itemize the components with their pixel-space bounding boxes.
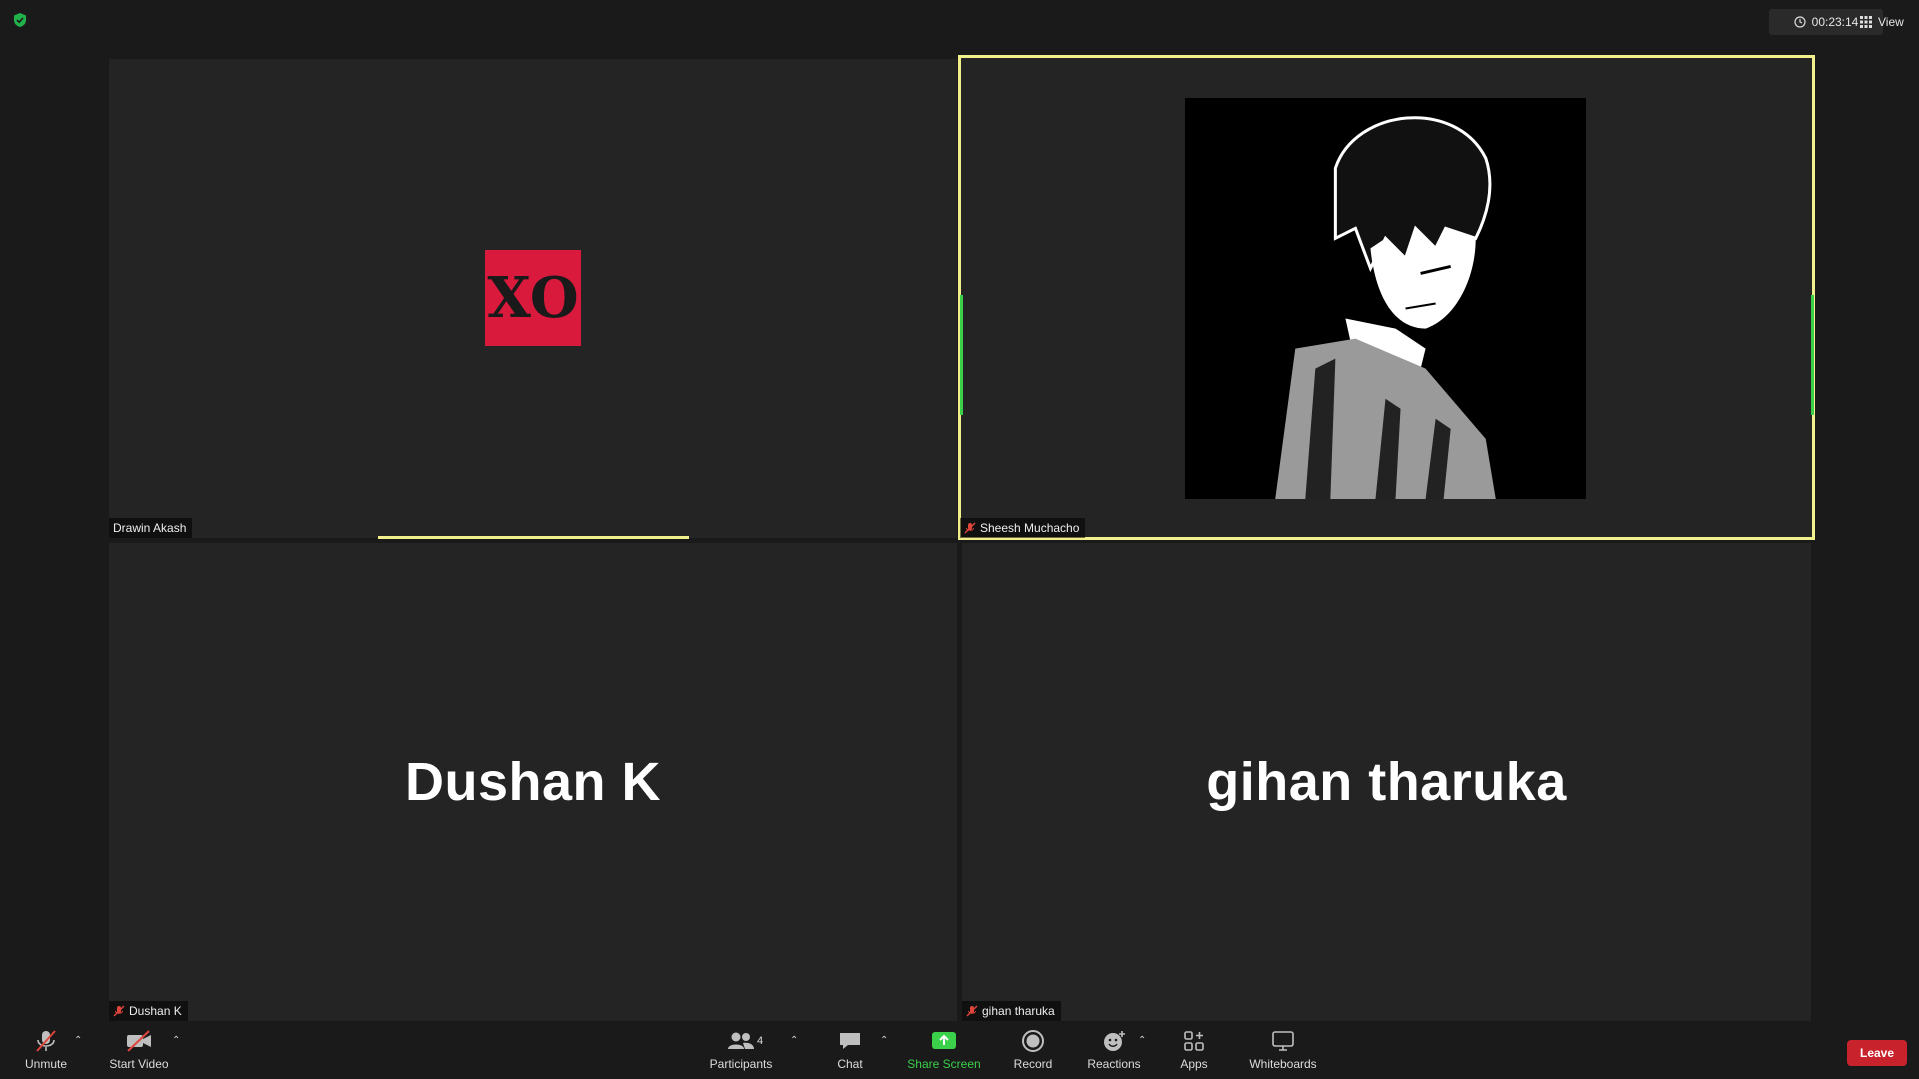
profile-picture: XO — [485, 250, 581, 346]
participant-name: Sheesh Muchacho — [980, 521, 1080, 535]
participant-name: Drawin Akash — [113, 521, 187, 535]
participant-display-name: gihan tharuka — [1206, 752, 1567, 812]
video-tile-gihan-tharuka[interactable]: gihan tharuka gihan tharuka — [962, 543, 1811, 1021]
muted-mic-icon — [964, 522, 976, 534]
participant-name: gihan tharuka — [982, 1004, 1055, 1018]
reactions-label: Reactions — [1087, 1057, 1141, 1071]
participant-nameplate: Dushan K — [109, 1001, 188, 1021]
audio-options-chevron-icon[interactable]: ⌃ — [74, 1035, 82, 1046]
participant-nameplate: Drawin Akash — [109, 518, 193, 538]
unmute-button[interactable]: Unmute — [18, 1021, 74, 1079]
video-tile-sheesh-muchacho[interactable]: Sheesh Muchacho — [958, 55, 1815, 540]
share-screen-label: Share Screen — [907, 1057, 981, 1071]
apps-icon — [1184, 1031, 1204, 1051]
participants-button[interactable]: Participants — [706, 1021, 776, 1079]
chat-options-chevron-icon[interactable]: ⌃ — [880, 1035, 888, 1046]
security-shield-icon[interactable] — [12, 12, 28, 28]
video-tile-dushan-k[interactable]: Dushan K Dushan K — [109, 543, 957, 1021]
participants-icon — [728, 1032, 754, 1049]
apps-label: Apps — [1180, 1057, 1208, 1071]
chat-icon — [840, 1033, 860, 1049]
reactions-smiley-icon — [1104, 1031, 1125, 1051]
whiteboard-icon — [1272, 1031, 1294, 1051]
participant-display-name: Dushan K — [404, 752, 662, 812]
participant-nameplate: Sheesh Muchacho — [960, 518, 1086, 538]
participant-count: 4 — [757, 1035, 764, 1047]
view-button[interactable]: View — [1860, 9, 1904, 35]
active-speaker-indicator — [1811, 295, 1814, 415]
video-tile-drawin-akash[interactable]: XO Drawin Akash — [109, 59, 957, 538]
active-speaker-indicator — [960, 295, 963, 415]
whiteboards-button[interactable]: Whiteboards — [1244, 1021, 1322, 1079]
start-video-label: Start Video — [109, 1057, 169, 1071]
avatar-text: XO — [487, 265, 579, 331]
grid-icon — [1860, 16, 1872, 28]
profile-picture — [1185, 98, 1586, 499]
view-label: View — [1878, 15, 1904, 29]
meeting-toolbar: Unmute ⌃ Start Video ⌃ Participants 4 ⌃ … — [0, 1021, 1919, 1079]
video-options-chevron-icon[interactable]: ⌃ — [172, 1035, 180, 1046]
record-button[interactable]: Record — [1010, 1021, 1056, 1079]
audio-activity-bar — [378, 536, 689, 539]
whiteboards-label: Whiteboards — [1249, 1057, 1317, 1071]
leave-button[interactable]: Leave — [1847, 1040, 1907, 1066]
share-screen-button[interactable]: Share Screen — [906, 1021, 982, 1079]
muted-mic-icon — [113, 1005, 125, 1017]
unmute-label: Unmute — [24, 1057, 68, 1071]
muted-mic-icon — [36, 1030, 56, 1052]
participant-nameplate: gihan tharuka — [962, 1001, 1061, 1021]
chat-label: Chat — [837, 1057, 863, 1071]
clock-icon — [1794, 16, 1806, 28]
reactions-options-chevron-icon[interactable]: ⌃ — [1138, 1035, 1146, 1046]
reactions-button[interactable]: Reactions — [1086, 1021, 1142, 1079]
participants-options-chevron-icon[interactable]: ⌃ — [790, 1035, 798, 1046]
participant-name: Dushan K — [129, 1004, 182, 1018]
participants-label: Participants — [709, 1057, 773, 1071]
share-screen-icon — [932, 1032, 956, 1049]
start-video-button[interactable]: Start Video — [106, 1021, 172, 1079]
muted-mic-icon — [966, 1005, 978, 1017]
timer-text: 00:23:14 — [1811, 15, 1859, 29]
record-label: Record — [1013, 1057, 1053, 1071]
record-icon — [1022, 1030, 1044, 1052]
video-off-icon — [127, 1030, 151, 1052]
chat-button[interactable]: Chat — [830, 1021, 870, 1079]
apps-button[interactable]: Apps — [1174, 1021, 1214, 1079]
